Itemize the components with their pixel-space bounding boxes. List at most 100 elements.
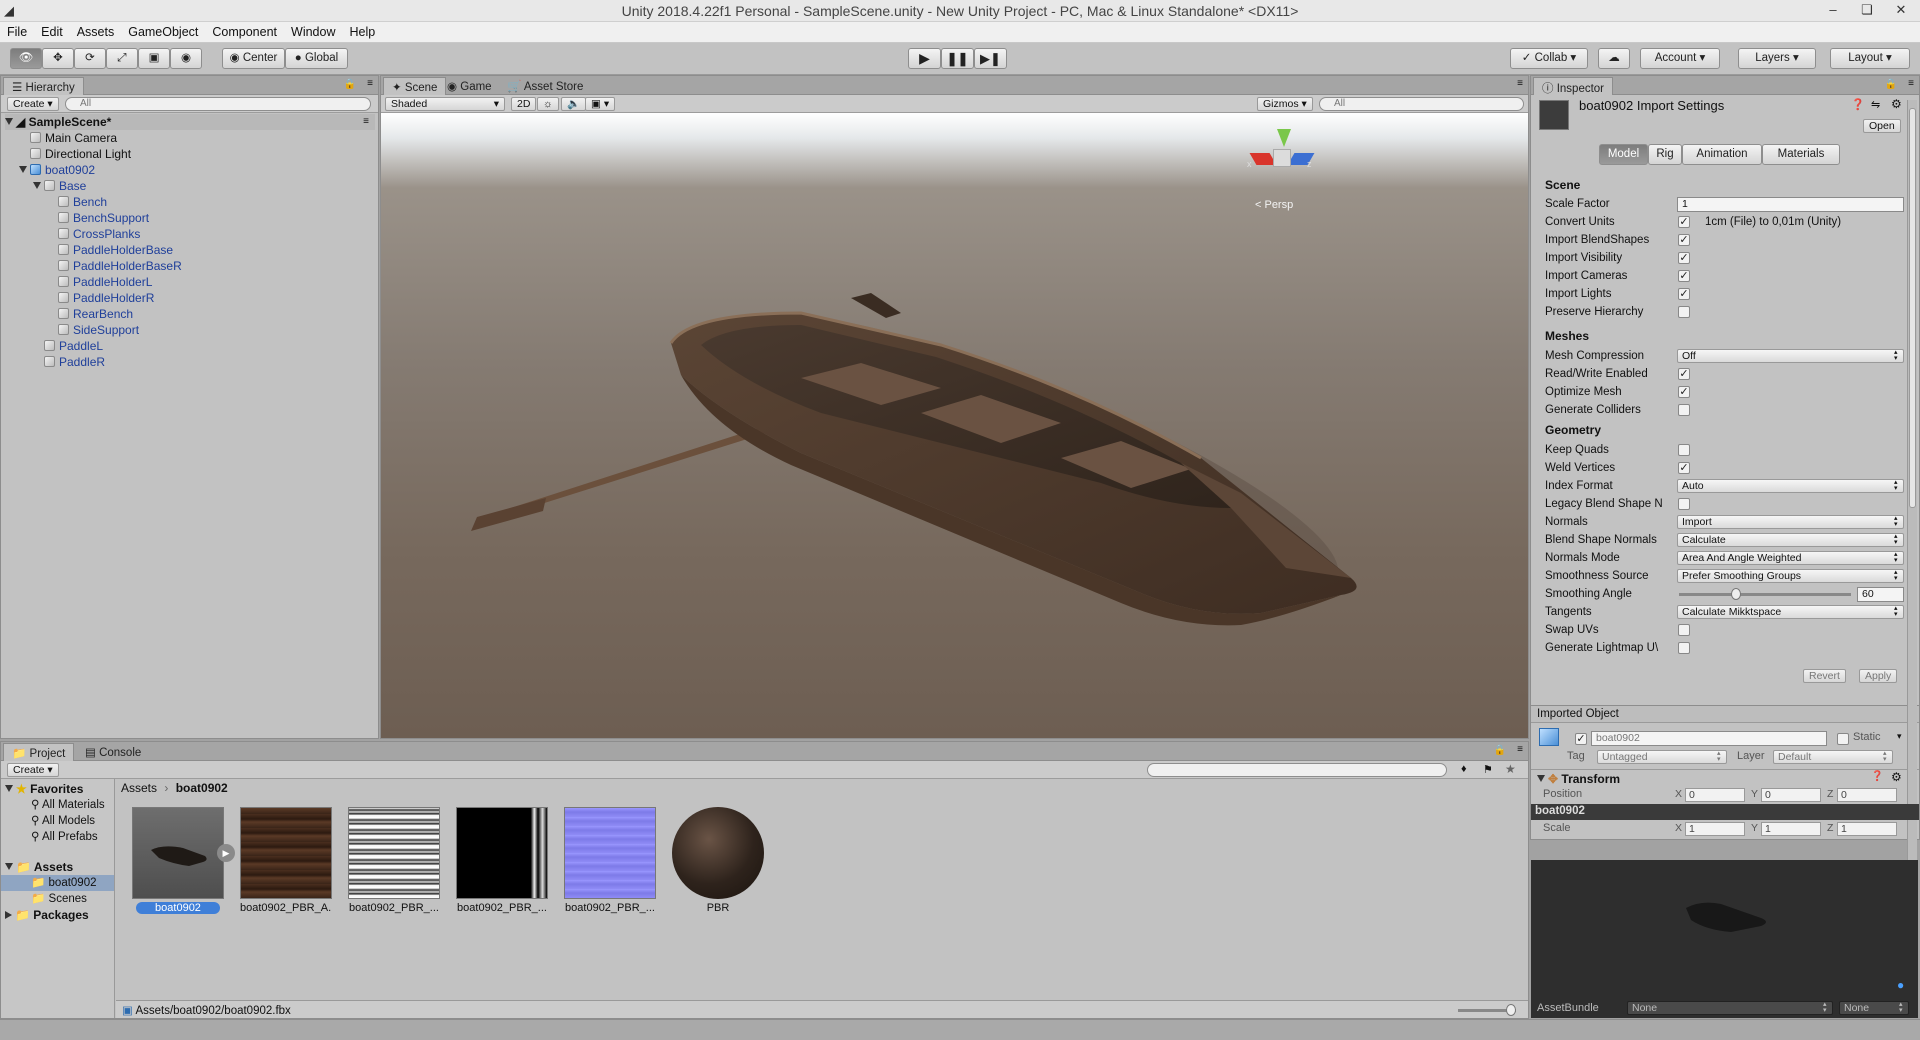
tangents-dropdown[interactable]: Calculate Mikktspace xyxy=(1677,605,1904,619)
transform-scale-x-input[interactable]: 1 xyxy=(1685,822,1745,836)
2d-toggle[interactable]: 2D xyxy=(511,97,537,111)
tab-materials[interactable]: Materials xyxy=(1762,144,1840,165)
layout-button[interactable]: Layout ▾ xyxy=(1830,48,1910,69)
setting-checkbox[interactable] xyxy=(1678,404,1690,416)
foldout-icon[interactable] xyxy=(19,166,27,173)
shading-mode-dropdown[interactable]: Shaded ▾ xyxy=(385,97,505,111)
scale-tool-button[interactable]: ⤢ xyxy=(106,48,138,69)
project-search-input[interactable] xyxy=(1147,763,1447,777)
pivot-center-button[interactable]: ◉ Center xyxy=(222,48,285,69)
keep-quads-checkbox[interactable] xyxy=(1678,444,1690,456)
tab-animation[interactable]: Animation xyxy=(1682,144,1762,165)
folder-item[interactable]: 📁 Scenes xyxy=(31,891,87,907)
favorite-star-icon[interactable]: ★ xyxy=(1505,762,1516,776)
foldout-icon[interactable] xyxy=(5,785,13,792)
asset-item-texture[interactable]: boat0902_PBR_... xyxy=(564,807,656,914)
collab-button[interactable]: ✓ Collab ▾ xyxy=(1510,48,1588,69)
menu-gameobject[interactable]: GameObject xyxy=(121,22,205,39)
asset-item-model[interactable]: ▶ boat0902 xyxy=(132,807,235,914)
weld-vertices-checkbox[interactable]: ✓ xyxy=(1678,462,1690,474)
tab-rig[interactable]: Rig xyxy=(1648,144,1682,165)
expand-arrow-icon[interactable]: ▶ xyxy=(217,844,235,862)
lighting-toggle-icon[interactable]: ☼ xyxy=(537,97,559,111)
rect-tool-button[interactable]: ▣ xyxy=(138,48,170,69)
lock-icon[interactable]: 🔒 xyxy=(1494,745,1506,756)
scene-gizmo[interactable]: x z xyxy=(1247,129,1317,191)
scene-search-input[interactable]: All xyxy=(1319,97,1524,111)
apply-button[interactable]: Apply xyxy=(1859,669,1898,683)
layer-dropdown[interactable]: Default xyxy=(1773,750,1893,764)
hierarchy-create-button[interactable]: Create ▾ xyxy=(7,97,59,111)
foldout-icon[interactable] xyxy=(1537,775,1545,782)
setting-checkbox[interactable]: ✓ xyxy=(1678,288,1690,300)
pause-button[interactable]: ❚❚ xyxy=(941,48,974,69)
scene-viewport[interactable]: x z < Persp xyxy=(381,113,1528,738)
static-dropdown-icon[interactable]: ▾ xyxy=(1897,731,1902,742)
hierarchy-item[interactable]: SideSupport xyxy=(47,322,139,338)
minimize-icon[interactable]: – xyxy=(1816,0,1850,22)
tab-game[interactable]: ◉ Game xyxy=(439,77,500,95)
favorites-folder[interactable]: ★ Favorites xyxy=(5,781,83,797)
setting-checkbox[interactable]: ✓ xyxy=(1678,234,1690,246)
scene-menu-icon[interactable]: ≡ xyxy=(363,114,369,130)
transform-tool-button[interactable]: ◉ xyxy=(170,48,202,69)
tab-scene[interactable]: ✦ Scene xyxy=(383,77,447,95)
transform-header[interactable]: ✥ Transform ❓ ⚙ xyxy=(1531,769,1919,787)
favorite-item[interactable]: ⚲ All Models xyxy=(31,813,95,829)
asset-item-texture[interactable]: boat0902_PBR_... xyxy=(456,807,548,914)
gear-icon[interactable]: ⚙ xyxy=(1891,97,1902,111)
transform-scale-z-input[interactable]: 1 xyxy=(1837,822,1897,836)
blend-shape-normals-dropdown[interactable]: Calculate xyxy=(1677,533,1904,547)
menu-edit[interactable]: Edit xyxy=(34,22,70,39)
move-tool-button[interactable]: ✥ xyxy=(42,48,74,69)
help-icon[interactable]: ❓ xyxy=(1851,98,1865,111)
hierarchy-item[interactable]: PaddleHolderL xyxy=(47,274,152,290)
tab-console[interactable]: ▤ Console xyxy=(77,743,149,761)
revert-button[interactable]: Revert xyxy=(1803,669,1846,683)
cloud-button[interactable]: ☁ xyxy=(1598,48,1630,69)
hierarchy-item[interactable]: PaddleHolderBaseR xyxy=(47,258,182,274)
hierarchy-item[interactable]: Main Camera xyxy=(19,130,117,146)
panel-menu-icon[interactable]: ≡ xyxy=(1517,78,1523,89)
smoothing-angle-input[interactable]: 60 xyxy=(1857,587,1904,602)
rotate-tool-button[interactable]: ⟳ xyxy=(74,48,106,69)
help-icon[interactable]: ❓ xyxy=(1871,771,1883,782)
setting-checkbox[interactable]: ✓ xyxy=(1678,386,1690,398)
normals-dropdown[interactable]: Import xyxy=(1677,515,1904,529)
breadcrumb-item[interactable]: Assets xyxy=(121,781,157,795)
foldout-icon[interactable] xyxy=(5,118,13,125)
account-button[interactable]: Account ▾ xyxy=(1640,48,1720,69)
swap-uvs-checkbox[interactable] xyxy=(1678,624,1690,636)
tag-dropdown[interactable]: Untagged xyxy=(1597,750,1727,764)
panel-menu-icon[interactable]: ≡ xyxy=(367,78,373,89)
scene-root[interactable]: ◢ SampleScene* ≡ xyxy=(5,114,375,130)
panel-menu-icon[interactable]: ≡ xyxy=(1517,744,1523,755)
favorite-item[interactable]: ⚲ All Prefabs xyxy=(31,829,98,845)
project-create-button[interactable]: Create ▾ xyxy=(7,763,59,777)
favorite-item[interactable]: ⚲ All Materials xyxy=(31,797,105,813)
pivot-global-button[interactable]: ● Global xyxy=(285,48,348,69)
thumbnail-size-slider[interactable] xyxy=(1458,1004,1516,1016)
hierarchy-item[interactable]: PaddleR xyxy=(33,354,105,370)
hierarchy-item[interactable]: PaddleHolderBase xyxy=(47,242,173,258)
folder-item-selected[interactable]: 📁 boat0902 xyxy=(1,875,114,891)
slider-thumb[interactable] xyxy=(1506,1004,1516,1016)
foldout-icon[interactable] xyxy=(5,911,12,919)
tab-project[interactable]: 📁 Project xyxy=(3,743,75,761)
hierarchy-item[interactable]: PaddleL xyxy=(33,338,103,354)
hierarchy-item[interactable]: Directional Light xyxy=(19,146,131,162)
menu-window[interactable]: Window xyxy=(284,22,342,39)
legacy-blend-checkbox[interactable] xyxy=(1678,498,1690,510)
smoothing-angle-slider[interactable] xyxy=(1679,588,1851,600)
boat-model[interactable] xyxy=(381,113,1528,738)
hierarchy-item[interactable]: CrossPlanks xyxy=(47,226,140,242)
panel-menu-icon[interactable]: ≡ xyxy=(1908,78,1914,89)
slider-thumb[interactable] xyxy=(1731,588,1742,600)
assetbundle-variant-dropdown[interactable]: None xyxy=(1839,1001,1909,1015)
transform-position-x-input[interactable]: 0 xyxy=(1685,788,1745,802)
setting-checkbox[interactable]: ✓ xyxy=(1678,368,1690,380)
assets-folder[interactable]: 📁 Assets xyxy=(5,859,73,875)
open-button[interactable]: Open xyxy=(1863,119,1901,133)
convert-units-checkbox[interactable]: ✓ xyxy=(1678,216,1690,228)
view-tool-button[interactable]: 👁 xyxy=(10,48,42,69)
